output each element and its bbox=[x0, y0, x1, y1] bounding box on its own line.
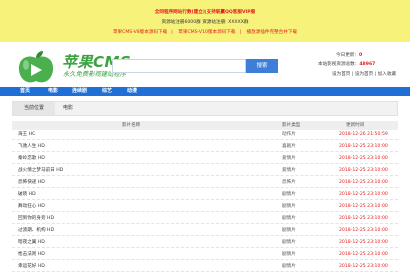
top-banner: 全同程序网站行数(建立)|支持联赢QQ客服VIP服 资源站注册6000群 资源站… bbox=[0, 0, 410, 42]
video-type: 剧情片 bbox=[282, 216, 296, 221]
breadcrumb-title: 当前位置 bbox=[13, 102, 55, 115]
video-title-link[interactable]: 舞动狂心 HD bbox=[18, 202, 45, 212]
video-type: 剧情片 bbox=[282, 204, 296, 209]
breadcrumb-category[interactable]: 电影 bbox=[63, 102, 73, 115]
update-time: 2018-12-25 23:10:00 bbox=[339, 228, 388, 233]
nav-home[interactable]: 首页 bbox=[20, 87, 30, 96]
video-title-link[interactable]: 回到你的身旁 HD bbox=[18, 214, 54, 224]
video-type: 剧情片 bbox=[282, 252, 296, 257]
header-type: 影片类型 bbox=[282, 123, 301, 128]
update-time: 2018-12-25 23:10:00 bbox=[339, 264, 388, 269]
table-row: 海王 HC 动作片 2018-12-26 21:50:59 bbox=[12, 130, 398, 140]
video-title-link[interactable]: 战火情之梦马前日 HD bbox=[18, 166, 63, 176]
video-title-link[interactable]: 过渡期、机构 HD bbox=[18, 226, 54, 236]
update-time: 2018-12-25 23:10:00 bbox=[339, 180, 388, 185]
video-title-link[interactable]: 破晓 HD bbox=[18, 190, 36, 200]
table-row: 舞动狂心 HD 剧情片 2018-12-25 23:10:00 bbox=[12, 202, 398, 212]
video-type: 喜剧片 bbox=[282, 144, 296, 149]
update-time: 2018-12-25 23:10:00 bbox=[339, 204, 388, 209]
update-time: 2018-12-25 23:10:00 bbox=[339, 144, 388, 149]
today-value: 0 bbox=[358, 53, 363, 58]
today-updates: 今日更新：0 bbox=[336, 52, 362, 58]
banner-notice: 全同程序网站行数(建立)|支持联赢QQ客服VIP服 bbox=[154, 10, 256, 15]
nav-movies[interactable]: 电影 bbox=[48, 87, 58, 96]
table-row: 暗夜之翼 HD 剧情片 2018-12-25 23:10:00 bbox=[12, 238, 398, 248]
video-type: 剧情片 bbox=[282, 264, 296, 269]
banner-qq-groups: 资源站注册6000群 资源站注册: XXXXX群 bbox=[161, 20, 249, 25]
download-link-v8[interactable]: 苹果CMS-V8版本源码下载 bbox=[113, 30, 167, 35]
table-row: 飞驰人生 HD 喜剧片 2018-12-25 23:10:00 bbox=[12, 142, 398, 152]
update-time: 2018-12-25 23:10:00 bbox=[339, 240, 388, 245]
update-time: 2018-12-25 23:10:00 bbox=[339, 156, 388, 161]
table-header: 影片名称 影片类型 更新时间 bbox=[12, 121, 398, 130]
table-row: 枪击法则 HD 剧情片 2018-12-25 23:10:00 bbox=[12, 250, 398, 260]
total-label: 本站影视资源总数： bbox=[318, 62, 360, 67]
video-type: 恐怖片 bbox=[282, 180, 296, 185]
video-title-link[interactable]: 秦岭恋歌 HD bbox=[18, 154, 45, 164]
banner-download-links: 苹果CMS-V8版本源码下载 | 苹果CMS-V10版本源码下载 | 播放源插件完整… bbox=[112, 30, 298, 35]
table-row: 过渡期、机构 HD 剧情片 2018-12-25 23:10:00 bbox=[12, 226, 398, 236]
video-type: 剧情片 bbox=[282, 240, 296, 245]
table-row: 幸运花好 HD 剧情片 2018-12-25 23:10:00 bbox=[12, 262, 398, 272]
download-link-v10[interactable]: 苹果CMS-V10版本源码下载 bbox=[178, 30, 235, 35]
video-title-link[interactable]: 枪击法则 HD bbox=[18, 250, 45, 260]
video-type: 剧情片 bbox=[282, 192, 296, 197]
main-nav: 首页 电影 连续剧 综艺 动漫 bbox=[0, 87, 410, 96]
nav-anime[interactable]: 动漫 bbox=[127, 87, 137, 96]
breadcrumb: 当前位置 电影 bbox=[12, 101, 398, 116]
video-title-link[interactable]: 恐怖快递 HD bbox=[18, 178, 45, 188]
table-row: 恐怖快递 HD 恐怖片 2018-12-25 23:10:00 bbox=[12, 178, 398, 188]
header-links[interactable]: 设为首页 | 设为首页 | 加入收藏 bbox=[332, 71, 396, 77]
total-resources: 本站影视资源总数：48967 bbox=[318, 61, 375, 67]
table-row: 秦岭恋歌 HD 爱情片 2018-12-25 23:10:00 bbox=[12, 154, 398, 164]
update-time: 2018-12-25 23:10:00 bbox=[339, 168, 388, 173]
video-type: 剧情片 bbox=[282, 228, 296, 233]
nav-variety[interactable]: 综艺 bbox=[102, 87, 112, 96]
update-time: 2018-12-25 23:10:00 bbox=[339, 252, 388, 257]
table-row: 破晓 HD 剧情片 2018-12-25 23:10:00 bbox=[12, 190, 398, 200]
apple-logo-icon[interactable] bbox=[12, 50, 60, 86]
total-value: 48967 bbox=[359, 62, 376, 67]
update-time: 2018-12-25 23:10:00 bbox=[339, 216, 388, 221]
search-input[interactable] bbox=[112, 59, 246, 73]
update-time: 2018-12-26 21:50:59 bbox=[339, 132, 388, 137]
video-title-link[interactable]: 海王 HC bbox=[18, 130, 35, 140]
header-time: 更新时间 bbox=[346, 123, 365, 128]
header-title: 影片名称 bbox=[122, 123, 141, 128]
download-link-plugin[interactable]: 播放源插件完整合并下载 bbox=[247, 30, 298, 35]
update-time: 2018-12-25 23:10:00 bbox=[339, 192, 388, 197]
table-row: 回到你的身旁 HD 剧情片 2018-12-25 23:10:00 bbox=[12, 214, 398, 224]
today-label: 今日更新： bbox=[336, 53, 359, 58]
header: 苹果CMS 永久免费影视建站程序 搜索 今日更新：0 本站影视资源总数：4896… bbox=[0, 42, 410, 87]
nav-series[interactable]: 连续剧 bbox=[72, 87, 87, 96]
video-type: 爱情片 bbox=[282, 168, 296, 173]
video-title-link[interactable]: 暗夜之翼 HD bbox=[18, 238, 45, 248]
video-title-link[interactable]: 飞驰人生 HD bbox=[18, 142, 45, 152]
table-row: 战火情之梦马前日 HD 爱情片 2018-12-25 23:10:00 bbox=[12, 166, 398, 176]
video-type: 动作片 bbox=[282, 132, 296, 137]
search-button[interactable]: 搜索 bbox=[246, 59, 278, 73]
video-type: 爱情片 bbox=[282, 156, 296, 161]
video-title-link[interactable]: 幸运花好 HD bbox=[18, 262, 45, 272]
